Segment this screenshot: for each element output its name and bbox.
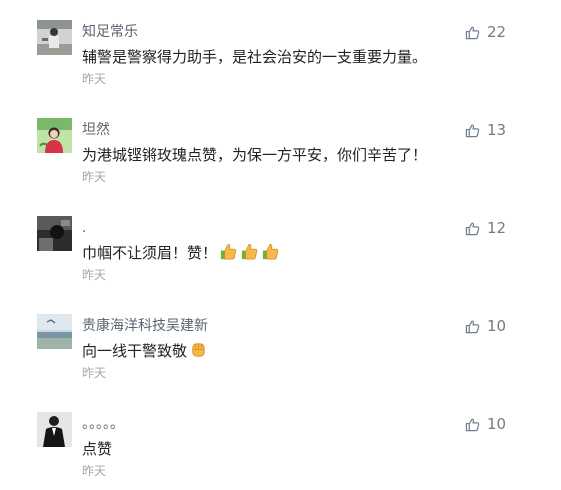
like-button[interactable]: 12 [465, 218, 506, 238]
comment-time: 昨天 [82, 366, 107, 380]
avatar[interactable] [37, 412, 72, 447]
comment-username[interactable]: 坦然 [82, 120, 110, 140]
comment-time: 昨天 [82, 268, 107, 282]
like-count: 10 [487, 317, 507, 335]
avatar[interactable] [37, 216, 72, 251]
like-button[interactable]: 10 [465, 414, 506, 434]
comment-item: 。。。。。 点赞 昨天 10 [0, 392, 561, 490]
comment-username[interactable]: 贵康海洋科技吴建新 [82, 316, 208, 336]
thumbs-up-emoji-icon [241, 243, 258, 260]
thumbs-up-icon [465, 25, 480, 39]
avatar-image [37, 118, 72, 153]
comment-text: 为港城铿锵玫瑰点赞，为保一方平安，你们辛苦了！ [82, 146, 428, 164]
raised-fist-emoji-icon [192, 343, 205, 357]
avatar-image [37, 314, 72, 349]
comment-item: 贵康海洋科技吴建新 向一线干警致敬 昨天 10 [0, 294, 561, 392]
like-count: 22 [487, 23, 507, 41]
avatar-image [37, 412, 72, 447]
like-button[interactable]: 13 [465, 120, 506, 140]
thumbs-up-icon [465, 221, 480, 235]
comment-username[interactable]: . [82, 218, 86, 238]
avatar[interactable] [37, 314, 72, 349]
comment-time: 昨天 [82, 72, 107, 86]
comment-text-body: 巾帼不让须眉！赞！ [82, 244, 218, 262]
comment-text: 巾帼不让须眉！赞！ [82, 242, 280, 264]
comment-text-body: 向一线干警致敬 [82, 342, 188, 360]
avatar[interactable] [37, 118, 72, 153]
comment-time: 昨天 [82, 464, 107, 478]
like-button[interactable]: 22 [465, 22, 506, 42]
comment-username[interactable]: 。。。。。 [82, 414, 124, 434]
comment-item: 坦然 为港城铿锵玫瑰点赞，为保一方平安，你们辛苦了！ 昨天 13 [0, 98, 561, 196]
avatar-image [37, 216, 72, 251]
like-count: 12 [487, 219, 507, 237]
avatar-image [37, 20, 72, 55]
comment-username[interactable]: 知足常乐 [82, 22, 138, 42]
avatar[interactable] [37, 20, 72, 55]
thumbs-up-icon [465, 417, 480, 431]
thumbs-up-icon [465, 319, 480, 333]
comment-text: 点赞 [82, 440, 113, 458]
comment-item: . 巾帼不让须眉！赞！ 昨天 12 [0, 196, 561, 294]
thumbs-up-icon [465, 123, 480, 137]
comment-item: 知足常乐 辅警是警察得力助手，是社会治安的一支重要力量。 昨天 22 [0, 0, 561, 98]
comment-text: 向一线干警致敬 [82, 340, 208, 362]
comment-text: 辅警是警察得力助手，是社会治安的一支重要力量。 [82, 48, 428, 66]
like-count: 13 [487, 121, 507, 139]
comment-time: 昨天 [82, 170, 107, 184]
like-button[interactable]: 10 [465, 316, 506, 336]
like-count: 10 [487, 415, 507, 433]
thumbs-up-emoji-icon [262, 243, 279, 260]
thumbs-up-emoji-icon [220, 243, 237, 260]
